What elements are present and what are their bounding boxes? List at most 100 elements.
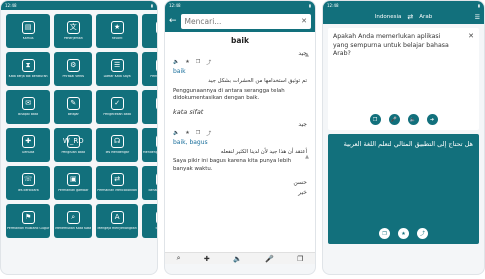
favorite-icon[interactable]: ★ bbox=[398, 228, 409, 239]
menu-tile[interactable]: ☊ Tes Mendengar bbox=[96, 128, 138, 162]
menu-tile[interactable]: ★ Favorit bbox=[96, 14, 138, 48]
menu-tile[interactable]: ✐Tes bbox=[142, 90, 157, 124]
search-box[interactable]: ✕ bbox=[180, 13, 311, 29]
menu-tile[interactable]: ✍ Mendengarkan Memulis bbox=[142, 128, 157, 162]
menu-tile-label: Frase bbox=[157, 37, 158, 41]
star-icon: ★ bbox=[110, 21, 124, 35]
puzzle-icon: ✚ bbox=[21, 135, 35, 149]
menu-tile-label: Permainan Mencocokkan bbox=[97, 189, 137, 193]
translate-icon[interactable]: ➜ bbox=[426, 114, 438, 125]
menu-tile-label: Favorit bbox=[111, 37, 123, 41]
menu-tile[interactable]: ⚑ Permainan Mustahil Gugur bbox=[6, 204, 51, 238]
menu-tile[interactable]: ▣ Permainan gambar bbox=[54, 166, 93, 200]
close-icon[interactable]: ✕ bbox=[301, 17, 307, 25]
menu-tile-label: Mengeja menyenangkan bbox=[97, 227, 137, 231]
source-actions: ❐ 🎤 🔈 ➜ bbox=[328, 114, 479, 125]
example-arabic: أعتقد أن هذا جيد لأن لدينا الكثير لنفعله bbox=[220, 148, 307, 155]
menu-tile[interactable]: ▤ Kamus bbox=[6, 14, 51, 48]
search-input[interactable] bbox=[184, 16, 285, 26]
chat-icon: ✉ bbox=[21, 97, 35, 111]
swap-icon[interactable]: ⇄ bbox=[407, 13, 413, 21]
menu-tile[interactable]: ⌕ Menemukan Kata Kata bbox=[54, 204, 93, 238]
status-time: 12:48 bbox=[169, 3, 181, 8]
menu-tile[interactable]: ⚙ Phrasal Verbs bbox=[54, 52, 93, 86]
bottom-toolbar: ⌕ ✚ 🔈 🎤 ❐ bbox=[165, 252, 315, 264]
close-icon[interactable]: ✕ bbox=[468, 32, 474, 40]
example-indonesian: Saya pikir ini bagus karena kita punya l… bbox=[173, 158, 292, 172]
menu-tile-label: Daftar Kata Saya bbox=[103, 75, 131, 79]
menu-tile-label: Benar atau salah bbox=[148, 189, 158, 193]
menu-tile-label: Kamus bbox=[22, 37, 34, 41]
source-language[interactable]: Indonesia bbox=[375, 14, 402, 20]
chevron-up-icon[interactable]: ▲ bbox=[305, 154, 309, 160]
menu-tile[interactable]: 文 Penerjemah bbox=[54, 14, 93, 48]
headphones-icon: ☊ bbox=[110, 135, 124, 149]
menu-tile[interactable]: ✚ Genuda bbox=[6, 128, 51, 162]
battery-icon: ▮ bbox=[308, 3, 311, 8]
copy-icon[interactable]: ❐ bbox=[297, 255, 303, 263]
phrase-icon: ❝ bbox=[155, 21, 157, 35]
output-actions: ❐ ★ ⤴ bbox=[328, 228, 479, 239]
chevron-up-icon[interactable]: ▲ bbox=[305, 52, 309, 58]
menu-tile-label: Kata kerja tak beraturan bbox=[8, 75, 48, 79]
share-icon[interactable]: ⤴ bbox=[206, 59, 211, 66]
source-text[interactable]: Apakah Anda memerlukan aplikasi yang sem… bbox=[333, 33, 451, 59]
search-word-icon: ⌕ bbox=[66, 211, 80, 225]
write-icon: ✍ bbox=[155, 135, 157, 149]
copy-icon[interactable]: ❐ bbox=[379, 228, 390, 239]
menu-tile[interactable]: A Mengeja menyenangkan bbox=[96, 204, 138, 238]
menu-tile-label: Tes berbicara bbox=[17, 189, 39, 193]
status-bar: 12:48 ▮ bbox=[1, 1, 157, 10]
check-icon: ✓ bbox=[110, 97, 124, 111]
menu-tile-label: Pengisian Bata bbox=[61, 151, 86, 155]
more-word[interactable]: حسن bbox=[173, 179, 307, 186]
menu-tile[interactable]: ⇄ Permainan Mencocokkan bbox=[96, 166, 138, 200]
menu-tile[interactable]: ✉ Bisapal Bata bbox=[6, 90, 51, 124]
entry-actions: 🔈 ★ ❐ ⤴ bbox=[173, 130, 307, 137]
copy-icon[interactable]: ❐ bbox=[196, 130, 200, 137]
speaker-icon[interactable]: 🔈 bbox=[407, 114, 419, 125]
status-time: 12:48 bbox=[5, 3, 17, 8]
add-icon[interactable]: ✚ bbox=[204, 255, 210, 263]
speaker-icon[interactable]: 🔈 bbox=[173, 59, 179, 66]
menu-tile[interactable]: ✎ Belajar bbox=[54, 90, 93, 124]
settings-icon: ⚙ bbox=[66, 59, 80, 73]
menu-tile[interactable]: ▥ Statistik bbox=[142, 204, 157, 238]
flag-icon: ⚑ bbox=[21, 211, 35, 225]
favorite-icon[interactable]: ★ bbox=[185, 130, 189, 137]
image-icon: ▣ bbox=[66, 173, 80, 187]
menu-tile[interactable]: ☰ Daftar Kata Saya bbox=[96, 52, 138, 86]
translation: baik bbox=[173, 68, 186, 75]
menu-tile[interactable]: ♪ Pemutar Audio bbox=[142, 52, 158, 86]
menu-tile[interactable]: ☏ Tes berbicara bbox=[6, 166, 51, 200]
menu-tile[interactable]: ⧗ Kata kerja tak beraturan bbox=[6, 52, 51, 86]
menu-tile[interactable]: ❝ Frase bbox=[142, 14, 158, 48]
menu-tile-label: Genuda bbox=[21, 151, 35, 155]
speaker-icon[interactable]: 🔈 bbox=[173, 130, 179, 137]
menu-tile-label: Pemutar Audio bbox=[150, 75, 158, 79]
speaker-icon[interactable]: 🔈 bbox=[233, 255, 242, 263]
copy-icon[interactable]: ❐ bbox=[369, 114, 381, 125]
mic-icon[interactable]: 🎤 bbox=[265, 255, 274, 263]
battery-icon: ▮ bbox=[150, 3, 153, 8]
status-time: 12:48 bbox=[327, 3, 339, 8]
translate-icon: 文 bbox=[66, 21, 80, 35]
favorite-icon[interactable]: ★ bbox=[185, 59, 189, 66]
search-icon[interactable]: ⌕ bbox=[177, 254, 181, 263]
menu-icon[interactable]: ☰ bbox=[475, 14, 480, 21]
copy-icon[interactable]: ❐ bbox=[196, 59, 200, 66]
menu-tile[interactable]: ✓ Pengecekan Bata bbox=[96, 90, 138, 124]
entry-actions: 🔈 ★ ❐ ⤴ bbox=[173, 59, 307, 66]
example-indonesian: Penggunaannya di antara serangga telah d… bbox=[173, 87, 285, 102]
back-arrow-icon[interactable]: ← bbox=[169, 16, 177, 26]
share-icon[interactable]: ⤴ bbox=[206, 130, 211, 137]
mic-icon[interactable]: 🎤 bbox=[388, 114, 400, 125]
menu-tile[interactable]: W_RD Pengisian Bata bbox=[54, 128, 93, 162]
more-word[interactable]: خير bbox=[173, 189, 307, 196]
dictionary-results: baik جيد ▲ 🔈 ★ ❐ ⤴ baik تم توثيق استخدام… bbox=[165, 32, 315, 264]
menu-tile[interactable]: ✓✗ Benar atau salah bbox=[142, 166, 158, 200]
share-icon[interactable]: ⤴ bbox=[417, 228, 428, 239]
target-language[interactable]: Arab bbox=[419, 14, 432, 20]
translation-output-box: هل تحتاج إلى التطبيق المثالي لتعلم اللغة… bbox=[328, 134, 479, 244]
source-text-box[interactable]: Apakah Anda memerlukan aplikasi yang sem… bbox=[328, 28, 479, 130]
